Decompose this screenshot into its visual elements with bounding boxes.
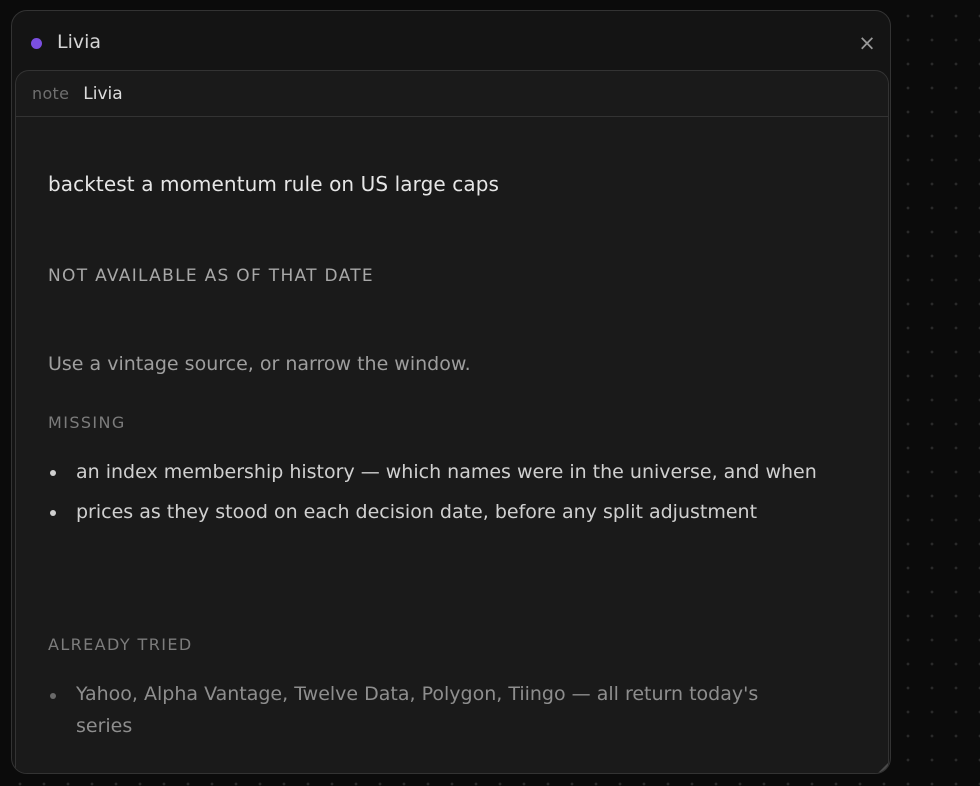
tried-list: Yahoo, Alpha Vantage, Twelve Data, Polyg… xyxy=(48,678,818,748)
bullet-icon xyxy=(50,510,56,516)
bullet-icon xyxy=(50,470,56,476)
note-prompt: backtest a momentum rule on US large cap… xyxy=(48,172,500,196)
note-advice: Use a vintage source, or narrow the wind… xyxy=(48,353,471,375)
pane-kind-label: note xyxy=(32,84,70,103)
resize-grip-icon xyxy=(878,763,888,773)
status-dot-icon xyxy=(31,38,42,49)
missing-list: an index membership history — which name… xyxy=(48,455,818,535)
pane-name: Livia xyxy=(83,83,123,104)
window-title: Livia xyxy=(57,31,102,53)
pane-header: note Livia xyxy=(16,71,888,117)
missing-section-label: MISSING xyxy=(48,413,126,432)
missing-item-text: prices as they stood on each decision da… xyxy=(76,501,758,523)
missing-list-item: an index membership history — which name… xyxy=(48,455,818,489)
note-window: Livia × note Livia backtest a momentum r… xyxy=(11,10,891,774)
window-titlebar[interactable]: Livia × xyxy=(12,11,890,71)
resize-handle[interactable] xyxy=(858,759,888,773)
bullet-icon xyxy=(50,693,56,699)
tried-item-text: Yahoo, Alpha Vantage, Twelve Data, Polyg… xyxy=(76,683,759,737)
note-verdict: NOT AVAILABLE AS OF THAT DATE xyxy=(48,266,374,286)
missing-item-text: an index membership history — which name… xyxy=(76,461,817,483)
tried-list-item: Yahoo, Alpha Vantage, Twelve Data, Polyg… xyxy=(48,678,818,742)
tried-section-label: ALREADY TRIED xyxy=(48,635,193,654)
missing-list-item: prices as they stood on each decision da… xyxy=(48,495,818,529)
close-button[interactable]: × xyxy=(856,31,878,55)
note-pane: note Livia backtest a momentum rule on U… xyxy=(15,70,889,773)
